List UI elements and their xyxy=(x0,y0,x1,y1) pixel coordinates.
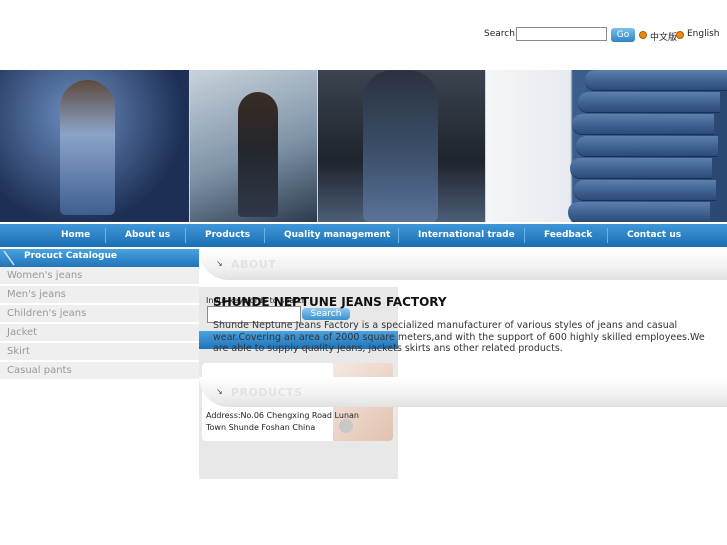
category-childrens-jeans[interactable]: Children's jeans xyxy=(0,305,199,323)
nav-products[interactable]: Products xyxy=(205,224,250,247)
arrow-icon: ↘ xyxy=(216,387,223,396)
banner xyxy=(0,70,727,222)
bullet-icon xyxy=(639,31,647,39)
keyword-search-button[interactable]: Search xyxy=(302,308,350,320)
category-casual-pants[interactable]: Casual pants xyxy=(0,362,199,380)
nav-quality-management[interactable]: Quality management xyxy=(284,224,390,247)
category-womens-jeans[interactable]: Women's jeans xyxy=(0,267,199,285)
arrow-icon: ↘ xyxy=(216,259,223,268)
about-heading: ABOUT xyxy=(231,258,277,271)
nav-home[interactable]: Home xyxy=(61,224,90,247)
banner-photo-man xyxy=(190,70,317,222)
products-heading: PRODUCTS xyxy=(231,386,303,399)
lang-chinese-link[interactable]: 中文版 xyxy=(650,30,677,43)
catalogue-title: Procuct Catalogue xyxy=(24,251,118,261)
category-jacket[interactable]: Jacket xyxy=(0,324,199,342)
about-title: SHUNDE NEPTUNE JEANS FACTORY xyxy=(213,295,447,309)
search-label: Search: xyxy=(484,29,518,39)
go-button[interactable]: Go xyxy=(611,28,635,42)
nav-feedback[interactable]: Feedback xyxy=(544,224,592,247)
category-mens-jeans[interactable]: Men's jeans xyxy=(0,286,199,304)
about-header-band xyxy=(199,250,727,280)
nav-about-us[interactable]: About us xyxy=(125,224,170,247)
bullet-icon xyxy=(676,31,684,39)
banner-photo-woman xyxy=(0,70,189,222)
banner-photo-jacket xyxy=(318,70,485,222)
lang-english-link[interactable]: English xyxy=(687,29,720,39)
contact-address: Address:No.06 Chengxing Road Lunan Town … xyxy=(206,411,359,432)
main-nav: Home About us Products Quality managemen… xyxy=(0,224,727,247)
about-text: Shunde Neptune Jeans Factory is a specia… xyxy=(213,320,705,354)
nav-contact-us[interactable]: Contact us xyxy=(627,224,681,247)
category-skirt[interactable]: Skirt xyxy=(0,343,199,361)
nav-international-trade[interactable]: International trade xyxy=(418,224,515,247)
search-input[interactable] xyxy=(516,27,607,41)
